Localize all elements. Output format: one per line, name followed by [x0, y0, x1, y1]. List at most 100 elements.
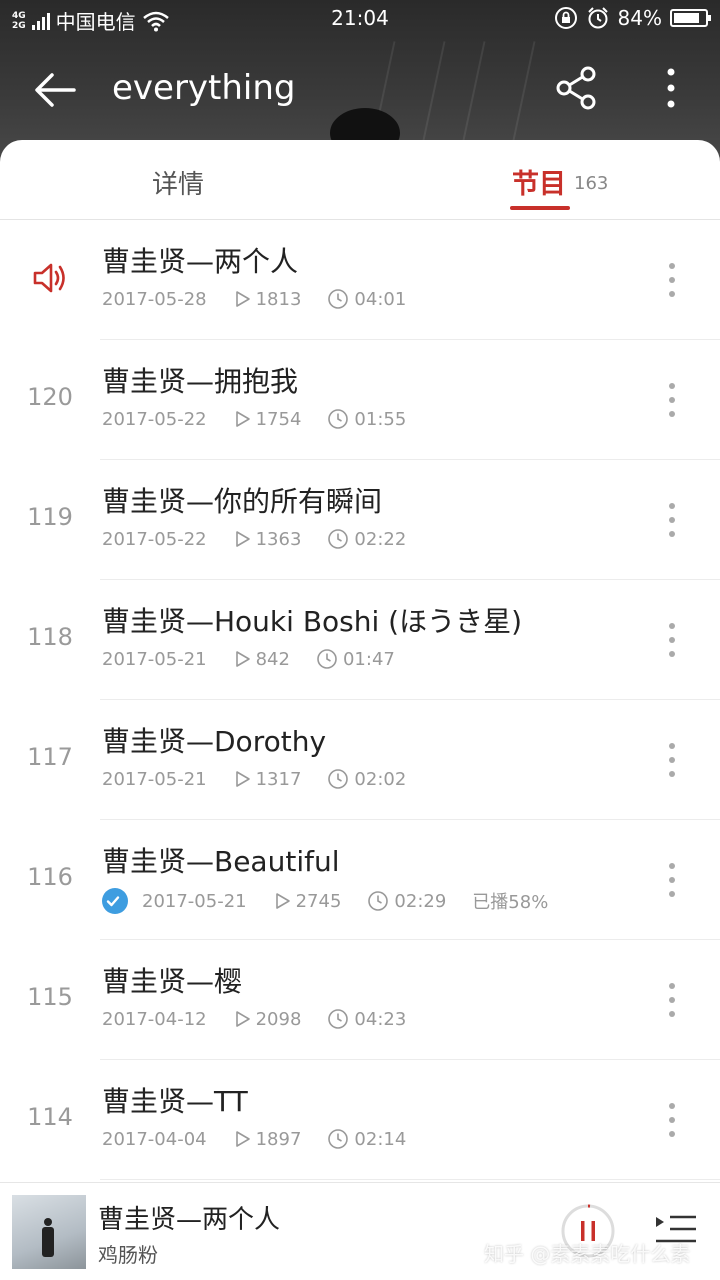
item-more-icon[interactable] [660, 500, 684, 540]
battery-percent: 84% [617, 6, 662, 30]
episode-duration: 02:22 [354, 528, 407, 550]
tab-detail[interactable]: 详情 [152, 164, 204, 201]
duration-clock-icon [327, 1008, 354, 1030]
play-count-icon [235, 410, 256, 428]
battery-icon [670, 9, 711, 27]
duration-clock-icon [327, 1128, 354, 1150]
episode-title: 曹圭贤—拥抱我 [102, 365, 299, 398]
play-count: 1813 [255, 288, 302, 310]
duration-clock-icon [367, 890, 394, 912]
speaker-icon [33, 263, 65, 293]
list-item[interactable]: 117 曹圭贤—Dorothy 2017-05-21 1317 02:02 [0, 700, 720, 820]
battery-level [674, 13, 700, 23]
list-item[interactable]: 115 曹圭贤—樱 2017-04-12 2098 04:23 [0, 940, 720, 1060]
play-count-icon [235, 290, 256, 308]
episode-duration: 02:29 [394, 890, 447, 912]
play-count: 1897 [255, 1128, 302, 1150]
item-more-icon[interactable] [660, 1100, 684, 1140]
episode-date: 2017-05-21 [142, 890, 247, 912]
share-icon[interactable] [552, 64, 600, 112]
back-arrow-icon[interactable] [28, 62, 84, 118]
episode-title: 曹圭贤—Dorothy [102, 725, 327, 758]
episode-date: 2017-04-12 [102, 1008, 207, 1030]
list-item[interactable]: 118 曹圭贤—Houki Boshi (ほうき星) 2017-05-21 842 01… [0, 580, 720, 700]
episode-duration: 01:47 [342, 648, 395, 670]
episode-number: 117 [27, 743, 73, 771]
play-count: 1754 [255, 408, 302, 430]
now-playing-cover[interactable] [12, 1195, 86, 1269]
episode-duration: 04:23 [354, 1008, 407, 1030]
episode-number: 116 [27, 863, 73, 891]
item-more-icon[interactable] [660, 620, 684, 660]
episode-title: 曹圭贤—Houki Boshi (ほうき星) [102, 605, 523, 638]
episode-date: 2017-05-28 [102, 288, 207, 310]
more-options-icon[interactable] [656, 64, 686, 112]
watermark: 知乎 @素素素吃什么素 [484, 1242, 691, 1266]
list-item[interactable]: 120 曹圭贤—拥抱我 2017-05-22 1754 01:55 [0, 340, 720, 460]
episode-meta: 2017-04-04 1897 02:14 [102, 1128, 432, 1150]
duration-clock-icon [327, 408, 354, 430]
duration-clock-icon [327, 528, 354, 550]
play-count: 1363 [255, 528, 302, 550]
row-divider [100, 1179, 720, 1180]
episode-meta: 2017-05-28 1813 04:01 [102, 288, 432, 310]
episode-list: 曹圭贤—两个人 2017-05-28 1813 04:01 120 曹圭贤—拥抱我 2017… [0, 220, 720, 1180]
tab-bar: 详情 节目 163 [0, 140, 720, 220]
play-count: 842 [255, 648, 290, 670]
episode-date: 2017-04-04 [102, 1128, 207, 1150]
list-item[interactable]: 114 曹圭贤—TT 2017-04-04 1897 02:14 [0, 1060, 720, 1180]
play-count-icon [235, 530, 256, 548]
episode-meta: 2017-04-12 2098 04:23 [102, 1008, 432, 1030]
episode-number: 115 [27, 983, 73, 1011]
play-count-icon [275, 892, 296, 910]
episode-duration: 02:02 [354, 768, 407, 790]
episode-title: 曹圭贤—樱 [102, 965, 243, 998]
tab-programs[interactable]: 节目 [512, 162, 566, 201]
list-item[interactable]: 116 曹圭贤—Beautiful 2017-05-21 2745 02:29 已播58% [0, 820, 720, 940]
content-sheet: 详情 节目 163 曹圭贤—两个人 2017-05-28 1813 04:01 120 曹… [0, 140, 720, 1280]
item-more-icon[interactable] [660, 860, 684, 900]
item-more-icon[interactable] [660, 260, 684, 300]
now-playing-title: 曹圭贤—两个人 [98, 1205, 281, 1235]
downloaded-check-icon [102, 888, 128, 914]
play-count-icon [235, 1010, 256, 1028]
now-playing-subtitle: 鸡肠粉 [98, 1243, 158, 1267]
episode-date: 2017-05-22 [102, 528, 207, 550]
episode-number: 114 [27, 1103, 73, 1131]
alarm-icon [587, 7, 608, 29]
duration-clock-icon [327, 768, 354, 790]
episode-title: 曹圭贤—Beautiful [102, 845, 340, 878]
episode-date: 2017-05-21 [102, 768, 207, 790]
episode-meta: 2017-05-21 842 01:47 [102, 648, 421, 670]
episode-duration: 02:14 [354, 1128, 407, 1150]
play-count: 1317 [255, 768, 302, 790]
toolbar: everything [0, 40, 720, 140]
item-more-icon[interactable] [660, 980, 684, 1020]
episode-number: 119 [27, 503, 73, 531]
episode-title: 曹圭贤—你的所有瞬间 [102, 485, 383, 518]
episode-title: 曹圭贤—两个人 [102, 245, 299, 278]
episode-date: 2017-05-22 [102, 408, 207, 430]
episode-number: 118 [27, 623, 73, 651]
active-tab-indicator [510, 206, 570, 210]
programs-count: 163 [574, 173, 609, 194]
list-item[interactable]: 119 曹圭贤—你的所有瞬间 2017-05-22 1363 02:22 [0, 460, 720, 580]
duration-clock-icon [316, 648, 343, 670]
rotation-lock-icon [554, 7, 577, 29]
episode-meta: 2017-05-21 1317 02:02 [102, 768, 432, 790]
album-title: everything [112, 68, 296, 108]
item-more-icon[interactable] [660, 740, 684, 780]
status-bar: 4G 2G 中国电信 21:04 84% [0, 0, 720, 38]
play-count: 2745 [295, 890, 342, 912]
played-progress: 已播58% [472, 892, 549, 913]
episode-meta: 2017-05-22 1754 01:55 [102, 408, 432, 430]
list-item[interactable]: 曹圭贤—两个人 2017-05-28 1813 04:01 [0, 220, 720, 340]
play-count-icon [235, 1130, 256, 1148]
play-count: 2098 [255, 1008, 302, 1030]
episode-date: 2017-05-21 [102, 648, 207, 670]
episode-meta: 2017-05-22 1363 02:22 [102, 528, 432, 550]
episode-duration: 01:55 [354, 408, 407, 430]
item-more-icon[interactable] [660, 380, 684, 420]
episode-duration: 04:01 [354, 288, 407, 310]
episode-title: 曹圭贤—TT [102, 1085, 248, 1118]
